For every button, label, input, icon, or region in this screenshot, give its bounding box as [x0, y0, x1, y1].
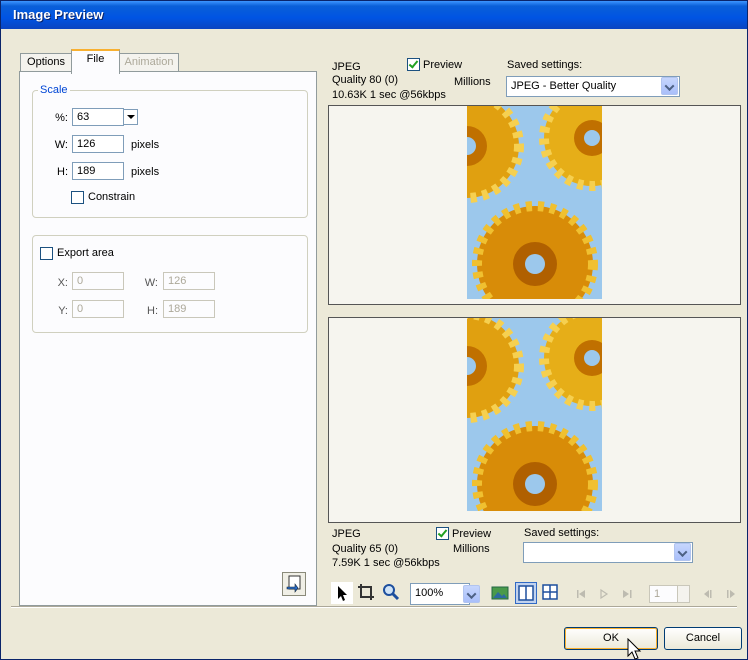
- width-label: W:: [54, 139, 68, 151]
- bottom-preview-checkbox[interactable]: [436, 527, 449, 540]
- top-colors: Millions: [454, 76, 491, 88]
- zoom-tool-button[interactable]: [381, 582, 401, 602]
- percent-label: %:: [55, 112, 68, 124]
- tab-options[interactable]: Options: [20, 53, 72, 72]
- top-saved-settings-dropdown-icon[interactable]: [661, 77, 678, 95]
- export-w-input: 126: [163, 272, 215, 290]
- height-label: H:: [57, 166, 68, 178]
- top-preview-pane[interactable]: [328, 105, 741, 305]
- two-up-button[interactable]: [515, 582, 537, 604]
- top-saved-settings-select[interactable]: JPEG - Better Quality: [506, 76, 680, 97]
- tab-file[interactable]: File: [71, 49, 120, 74]
- width-input[interactable]: 126: [72, 135, 124, 153]
- bottom-preview-label: Preview: [452, 528, 492, 540]
- ok-button[interactable]: OK: [564, 627, 658, 650]
- zoom-tool-icon: [383, 584, 400, 601]
- bottom-colors: Millions: [453, 543, 490, 555]
- file-tab-panel: Scale %: 63 W: 126 pixels H: 189 pixels …: [19, 71, 317, 606]
- frame-playback-controls: [577, 588, 632, 600]
- height-unit: pixels: [131, 166, 160, 178]
- export-x-label: X:: [57, 277, 68, 289]
- top-preview-label: Preview: [423, 59, 463, 71]
- crop-tool-icon: [358, 584, 374, 600]
- top-preview-checkbox[interactable]: [407, 58, 420, 71]
- top-format: JPEG: [332, 61, 361, 73]
- preview-image-button[interactable]: [490, 583, 510, 603]
- next-frame-icon: [727, 590, 735, 598]
- height-input[interactable]: 189: [72, 162, 124, 180]
- window-title: Image Preview: [13, 7, 104, 22]
- four-up-icon: [542, 584, 558, 600]
- top-saved-settings-label: Saved settings:: [507, 59, 583, 71]
- zoom-select[interactable]: 100%: [410, 583, 470, 605]
- bottom-saved-settings-label: Saved settings:: [524, 527, 600, 539]
- bottom-preview-image: [467, 318, 602, 511]
- dialog-separator: [11, 606, 737, 608]
- export-y-label: Y:: [58, 305, 68, 317]
- tab-animation: Animation: [119, 53, 179, 72]
- bottom-size-time: 7.59K 1 sec @56kbps: [332, 557, 440, 569]
- top-size-time: 10.63K 1 sec @56kbps: [332, 89, 446, 101]
- export-wizard-button[interactable]: [282, 572, 306, 596]
- bottom-saved-settings-dropdown-icon[interactable]: [674, 543, 691, 561]
- frame-number-input: 1: [649, 585, 679, 603]
- title-bar[interactable]: Image Preview: [1, 1, 747, 29]
- frame-spinner: [677, 585, 690, 603]
- first-frame-icon: [577, 590, 585, 598]
- export-wizard-icon: [286, 575, 301, 593]
- play-icon: [600, 588, 609, 600]
- export-y-input: 0: [72, 300, 124, 318]
- pointer-tool-icon: [338, 586, 347, 601]
- last-frame-icon: [623, 590, 632, 598]
- top-preview-image: [467, 106, 602, 299]
- width-unit: pixels: [131, 139, 160, 151]
- preview-image-icon: [491, 586, 509, 600]
- bottom-saved-settings-select[interactable]: [523, 542, 693, 563]
- pointer-tool-button[interactable]: [331, 582, 353, 604]
- bottom-quality: Quality 65 (0): [332, 543, 399, 555]
- prev-frame-icon: [704, 590, 712, 598]
- cancel-button[interactable]: Cancel: [664, 627, 742, 650]
- export-w-label: W:: [144, 277, 158, 289]
- image-preview-dialog: Image Preview Options File Animation Sca…: [0, 0, 748, 660]
- top-quality: Quality 80 (0): [332, 74, 399, 86]
- bottom-preview-pane[interactable]: [328, 317, 741, 523]
- zoom-value: 100%: [415, 587, 444, 599]
- two-up-icon: [518, 585, 534, 601]
- export-x-input: 0: [72, 272, 124, 290]
- zoom-dropdown-icon[interactable]: [463, 585, 480, 603]
- constrain-label: Constrain: [88, 191, 136, 203]
- export-area-checkbox[interactable]: [40, 247, 53, 260]
- top-saved-settings-value: JPEG - Better Quality: [511, 80, 617, 92]
- export-area-label: Export area: [57, 247, 114, 259]
- percent-dropdown-button[interactable]: [123, 109, 138, 125]
- bottom-format: JPEG: [332, 528, 361, 540]
- crop-tool-button[interactable]: [356, 582, 376, 602]
- scale-legend: Scale: [38, 84, 70, 96]
- constrain-checkbox[interactable]: [71, 191, 84, 204]
- export-h-label: H:: [147, 305, 158, 317]
- four-up-button[interactable]: [540, 582, 560, 602]
- export-h-input: 189: [163, 300, 215, 318]
- percent-input[interactable]: 63: [72, 108, 124, 126]
- cursor-icon: [627, 638, 642, 660]
- frame-step-controls: [704, 590, 735, 598]
